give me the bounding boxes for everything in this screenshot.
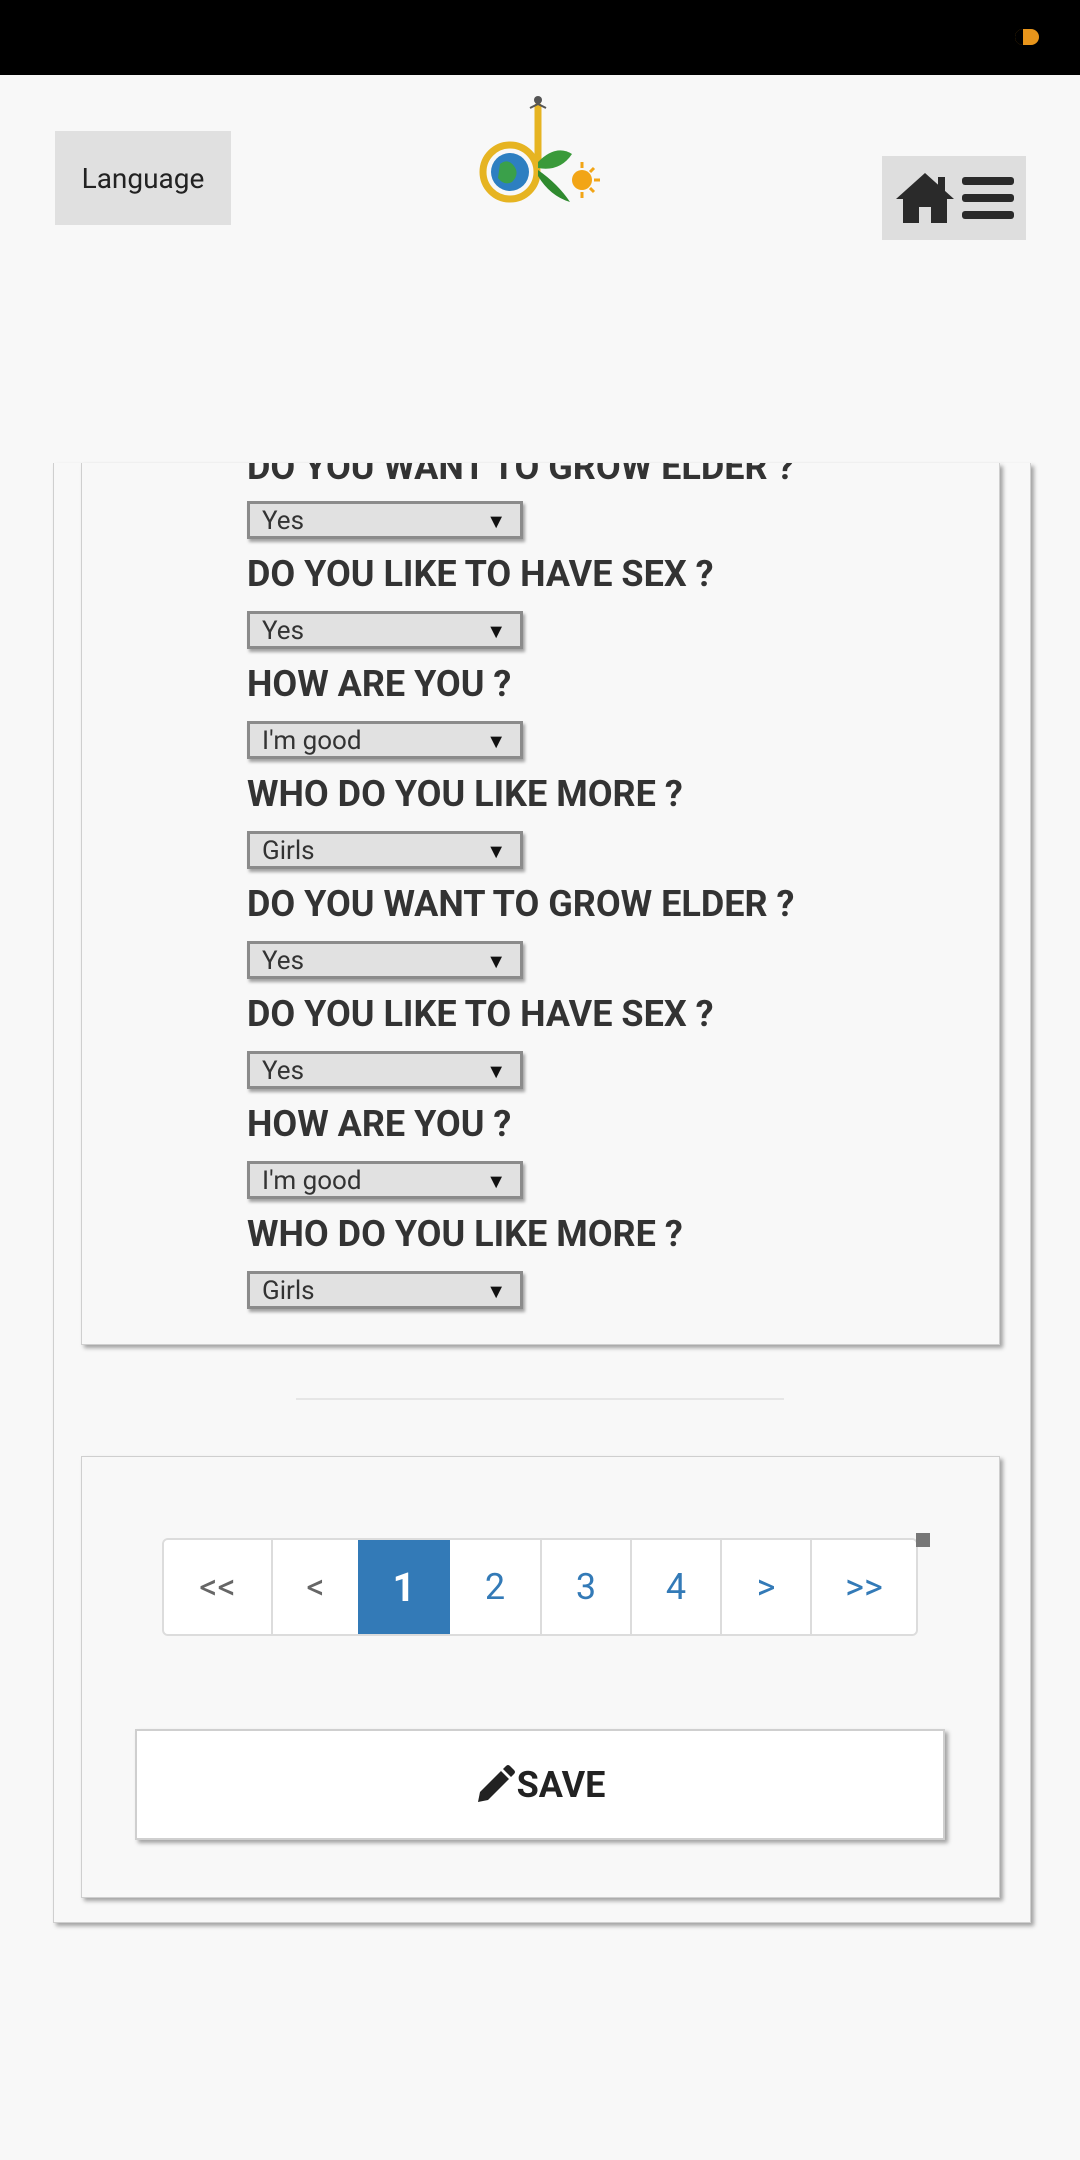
- page-1-button[interactable]: 1: [358, 1540, 450, 1634]
- select-value: Yes: [262, 506, 304, 536]
- pagination: << < 1 2 3 4 > >>: [162, 1538, 918, 1636]
- battery-icon: [1015, 29, 1039, 45]
- question-label: WHO DO YOU LIKE MORE ?: [247, 1213, 683, 1255]
- question-label: DO YOU WANT TO GROW ELDER ?: [247, 463, 795, 488]
- question-label: DO YOU LIKE TO HAVE SEX ?: [247, 993, 714, 1035]
- app-logo: [476, 92, 604, 218]
- page-first-button[interactable]: <<: [164, 1540, 271, 1634]
- resize-handle[interactable]: [916, 1533, 930, 1547]
- dropdown-arrow-icon: ▼: [486, 1279, 506, 1303]
- questions-panel[interactable]: DO YOU WANT TO GROW ELDER ? Yes ▼ DO YOU…: [81, 463, 1000, 1345]
- page-next-button[interactable]: >: [720, 1540, 810, 1634]
- select-value: Yes: [262, 946, 304, 976]
- answer-select[interactable]: Yes ▼: [247, 941, 523, 979]
- home-icon: [896, 173, 954, 223]
- page-4-button[interactable]: 4: [630, 1540, 720, 1634]
- select-value: Girls: [262, 836, 315, 866]
- dropdown-arrow-icon: ▼: [486, 619, 506, 643]
- divider: [296, 1398, 784, 1400]
- question-label: DO YOU WANT TO GROW ELDER ?: [247, 883, 795, 925]
- answer-select[interactable]: Girls ▼: [247, 831, 523, 869]
- answer-select[interactable]: Yes ▼: [247, 1051, 523, 1089]
- answer-select[interactable]: Girls ▼: [247, 1271, 523, 1309]
- page-3-button[interactable]: 3: [540, 1540, 630, 1634]
- dropdown-arrow-icon: ▼: [486, 1169, 506, 1193]
- save-label: SAVE: [516, 1763, 606, 1806]
- home-menu-button[interactable]: [882, 156, 1026, 240]
- dropdown-arrow-icon: ▼: [486, 949, 506, 973]
- select-value: Yes: [262, 616, 304, 646]
- dropdown-arrow-icon: ▼: [486, 729, 506, 753]
- select-value: I'm good: [262, 726, 362, 756]
- status-bar: [0, 0, 1080, 75]
- answer-select[interactable]: Yes ▼: [247, 611, 523, 649]
- page-prev-button[interactable]: <: [271, 1540, 358, 1634]
- hamburger-icon: [962, 177, 1014, 219]
- question-label: HOW ARE YOU ?: [247, 663, 512, 705]
- pencil-icon: [477, 1764, 515, 1802]
- dropdown-arrow-icon: ▼: [486, 509, 506, 533]
- question-label: WHO DO YOU LIKE MORE ?: [247, 773, 683, 815]
- save-button[interactable]: SAVE: [135, 1729, 945, 1840]
- dropdown-arrow-icon: ▼: [486, 839, 506, 863]
- select-value: Yes: [262, 1056, 304, 1086]
- dropdown-arrow-icon: ▼: [486, 1059, 506, 1083]
- answer-select[interactable]: Yes ▼: [247, 501, 523, 539]
- language-button[interactable]: Language: [55, 131, 231, 225]
- answer-select[interactable]: I'm good ▼: [247, 1161, 523, 1199]
- answer-select[interactable]: I'm good ▼: [247, 721, 523, 759]
- page-last-button[interactable]: >>: [810, 1540, 916, 1634]
- question-label: DO YOU LIKE TO HAVE SEX ?: [247, 553, 714, 595]
- question-label: HOW ARE YOU ?: [247, 1103, 512, 1145]
- select-value: Girls: [262, 1276, 315, 1306]
- page-2-button[interactable]: 2: [450, 1540, 540, 1634]
- select-value: I'm good: [262, 1166, 362, 1196]
